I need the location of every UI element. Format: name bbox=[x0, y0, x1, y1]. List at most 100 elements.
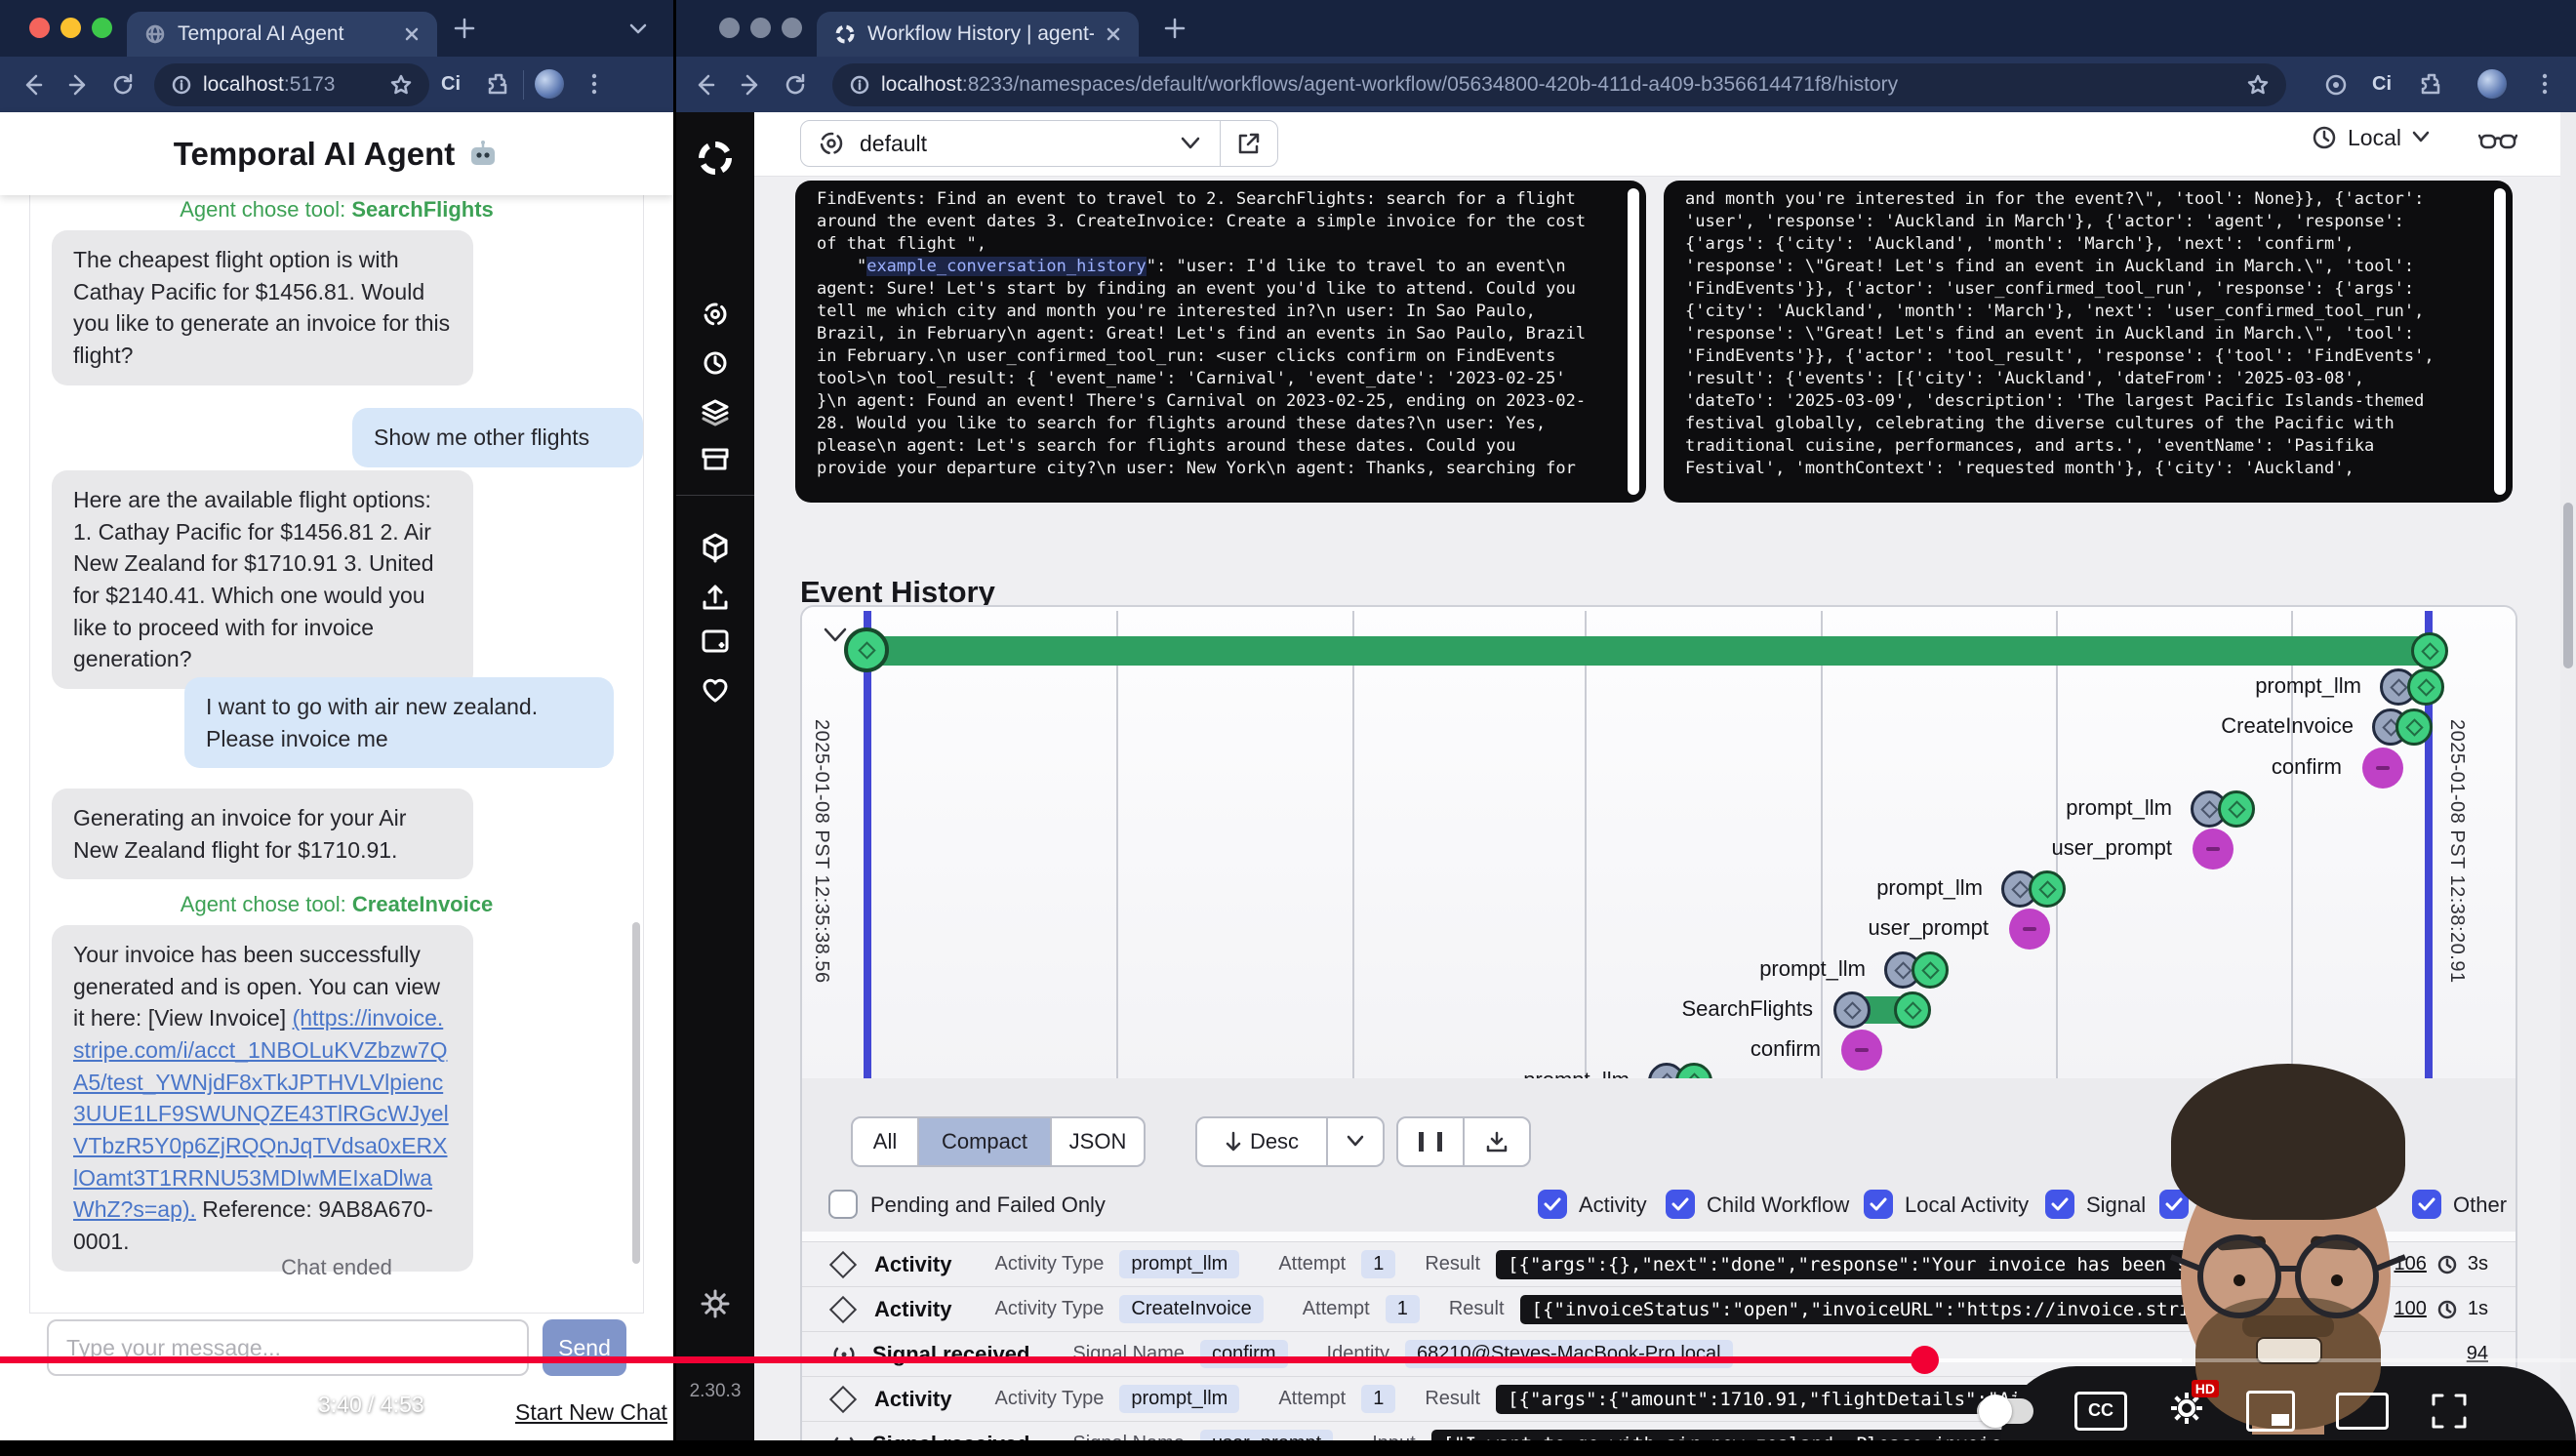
address-bar[interactable]: localhost:5173 bbox=[154, 63, 429, 106]
bookmark-star-icon[interactable] bbox=[2247, 74, 2269, 96]
new-tab-button[interactable] bbox=[454, 18, 475, 39]
view-compact-button[interactable]: Compact bbox=[919, 1118, 1052, 1165]
input-payload-panel[interactable]: FindEvents: Find an event to travel to 2… bbox=[795, 181, 1646, 503]
activity-marker[interactable] bbox=[2029, 870, 2066, 908]
menu-kebab-icon[interactable] bbox=[2532, 70, 2557, 98]
pending-failed-checkbox[interactable] bbox=[828, 1190, 858, 1219]
filter-other-checkbox[interactable] bbox=[2412, 1190, 2441, 1219]
play-button[interactable] bbox=[45, 1384, 78, 1425]
extension-shield-icon[interactable] bbox=[2323, 72, 2349, 98]
zoom-window-button[interactable] bbox=[782, 18, 802, 38]
settings-button[interactable]: HD bbox=[2168, 1390, 2205, 1432]
workflow-execution-bar[interactable] bbox=[867, 636, 2433, 666]
namespace-select[interactable]: default bbox=[800, 120, 1278, 167]
filter-local-activity-checkbox[interactable] bbox=[1864, 1190, 1893, 1219]
filter-timer-checkbox[interactable] bbox=[2159, 1190, 2189, 1219]
activity-marker[interactable] bbox=[2395, 708, 2433, 746]
close-tab-icon[interactable] bbox=[1106, 26, 1121, 42]
activity-marker[interactable] bbox=[2218, 790, 2255, 828]
activity-marker[interactable] bbox=[1833, 991, 1871, 1029]
profile-avatar[interactable] bbox=[2477, 69, 2507, 99]
bookmark-star-icon[interactable] bbox=[390, 74, 412, 96]
reload-button[interactable] bbox=[109, 71, 137, 99]
video-progress-track[interactable] bbox=[2182, 1358, 2576, 1362]
filter-signal-checkbox[interactable] bbox=[2045, 1190, 2074, 1219]
event-row-signal[interactable]: Signal received Signal Name confirm Iden… bbox=[802, 1331, 2516, 1376]
workflow-end-marker[interactable] bbox=[2411, 632, 2448, 669]
open-external-icon[interactable] bbox=[1236, 131, 1262, 156]
stack-layers-icon[interactable] bbox=[700, 397, 731, 426]
event-id-link[interactable]: 100 bbox=[2395, 1298, 2427, 1320]
minimize-window-button[interactable] bbox=[60, 18, 81, 38]
extension-ci-icon[interactable]: Ci bbox=[441, 73, 461, 96]
back-button[interactable] bbox=[692, 71, 719, 99]
signal-marker[interactable] bbox=[1841, 1030, 1882, 1071]
tab-temporal-ai-agent[interactable]: Temporal AI Agent bbox=[127, 12, 437, 57]
tab-search-chevron-icon[interactable] bbox=[626, 18, 650, 39]
nexus-cube-icon[interactable] bbox=[701, 532, 730, 563]
signal-marker[interactable] bbox=[2009, 909, 2050, 950]
close-window-button[interactable] bbox=[719, 18, 740, 38]
timeline-plot[interactable]: 2025-01-08 PST 12:35:38.56 2025-01-08 PS… bbox=[802, 607, 2516, 1080]
activity-marker[interactable] bbox=[2407, 668, 2444, 706]
reload-button[interactable] bbox=[782, 71, 809, 99]
import-export-icon[interactable] bbox=[701, 583, 730, 612]
send-button[interactable]: Send bbox=[543, 1319, 626, 1376]
menu-kebab-icon[interactable] bbox=[582, 70, 607, 98]
download-history-button[interactable] bbox=[1465, 1118, 1529, 1165]
video-progress-buffered[interactable] bbox=[1928, 1358, 2182, 1362]
profile-avatar[interactable] bbox=[535, 69, 564, 99]
event-row-activity[interactable]: Activity Activity Type CreateInvoice Att… bbox=[802, 1286, 2516, 1331]
filter-activity-checkbox[interactable] bbox=[1538, 1190, 1567, 1219]
address-bar[interactable]: localhost:8233/namespaces/default/workfl… bbox=[832, 63, 2286, 106]
workflows-icon[interactable] bbox=[701, 300, 730, 329]
temporal-logo-icon[interactable] bbox=[694, 137, 737, 180]
activity-marker[interactable] bbox=[1912, 951, 1949, 989]
autoplay-toggle[interactable] bbox=[1977, 1398, 2033, 1424]
page-scrollbar[interactable] bbox=[2560, 112, 2576, 1440]
signal-marker[interactable] bbox=[2193, 829, 2234, 870]
volume-icon[interactable] bbox=[222, 1388, 263, 1421]
tab-workflow-history[interactable]: Workflow History | agent-wor bbox=[817, 12, 1139, 57]
activity-marker[interactable] bbox=[1894, 991, 1931, 1029]
close-tab-icon[interactable] bbox=[404, 26, 420, 42]
zoom-window-button[interactable] bbox=[92, 18, 112, 38]
code-scrollbar[interactable] bbox=[2494, 188, 2506, 495]
event-id-link[interactable]: 105 bbox=[2352, 1253, 2384, 1275]
chat-scrollbar[interactable] bbox=[632, 922, 640, 1264]
forward-button[interactable] bbox=[737, 71, 764, 99]
extension-ci-icon[interactable]: Ci bbox=[2372, 73, 2392, 96]
back-button[interactable] bbox=[20, 71, 47, 99]
theater-mode-button[interactable] bbox=[2336, 1393, 2389, 1430]
extensions-puzzle-icon[interactable] bbox=[2419, 71, 2444, 97]
code-scrollbar[interactable] bbox=[1628, 188, 1639, 495]
new-tab-button[interactable] bbox=[1164, 18, 1186, 39]
start-new-chat-link[interactable]: Start New Chat bbox=[515, 1399, 667, 1426]
heart-icon[interactable] bbox=[701, 676, 730, 704]
view-json-button[interactable]: JSON bbox=[1052, 1118, 1144, 1165]
labs-glasses-icon[interactable] bbox=[2478, 128, 2517, 157]
close-window-button[interactable] bbox=[29, 18, 50, 38]
video-playhead[interactable] bbox=[1911, 1346, 1939, 1374]
extensions-puzzle-icon[interactable] bbox=[486, 71, 511, 97]
event-id-link[interactable]: 99 bbox=[2362, 1298, 2384, 1320]
video-progress-played[interactable] bbox=[0, 1356, 1928, 1363]
schedules-icon[interactable] bbox=[701, 348, 730, 378]
site-info-icon[interactable] bbox=[850, 75, 869, 95]
invoice-link[interactable]: (https://invoice.stripe.com/i/acct_1NBOL… bbox=[73, 1005, 449, 1222]
forward-button[interactable] bbox=[64, 71, 92, 99]
timezone-select[interactable]: Local bbox=[2311, 124, 2431, 151]
sort-menu-chevron[interactable] bbox=[1328, 1118, 1383, 1165]
view-all-button[interactable]: All bbox=[853, 1118, 919, 1165]
scrollbar-thumb[interactable] bbox=[2563, 503, 2573, 668]
pause-updates-button[interactable] bbox=[1398, 1118, 1465, 1165]
filter-child-workflow-checkbox[interactable] bbox=[1666, 1190, 1695, 1219]
chat-scroll-area[interactable]: Agent chose tool: SearchFlights The chea… bbox=[29, 195, 644, 1314]
feedback-screen-icon[interactable] bbox=[700, 627, 731, 657]
message-input[interactable] bbox=[47, 1319, 529, 1376]
archive-icon[interactable] bbox=[700, 446, 731, 473]
minimize-window-button[interactable] bbox=[750, 18, 771, 38]
event-id-link[interactable]: 106 bbox=[2395, 1253, 2427, 1275]
sort-desc-button[interactable]: Desc bbox=[1197, 1118, 1328, 1165]
next-button[interactable] bbox=[133, 1387, 168, 1422]
